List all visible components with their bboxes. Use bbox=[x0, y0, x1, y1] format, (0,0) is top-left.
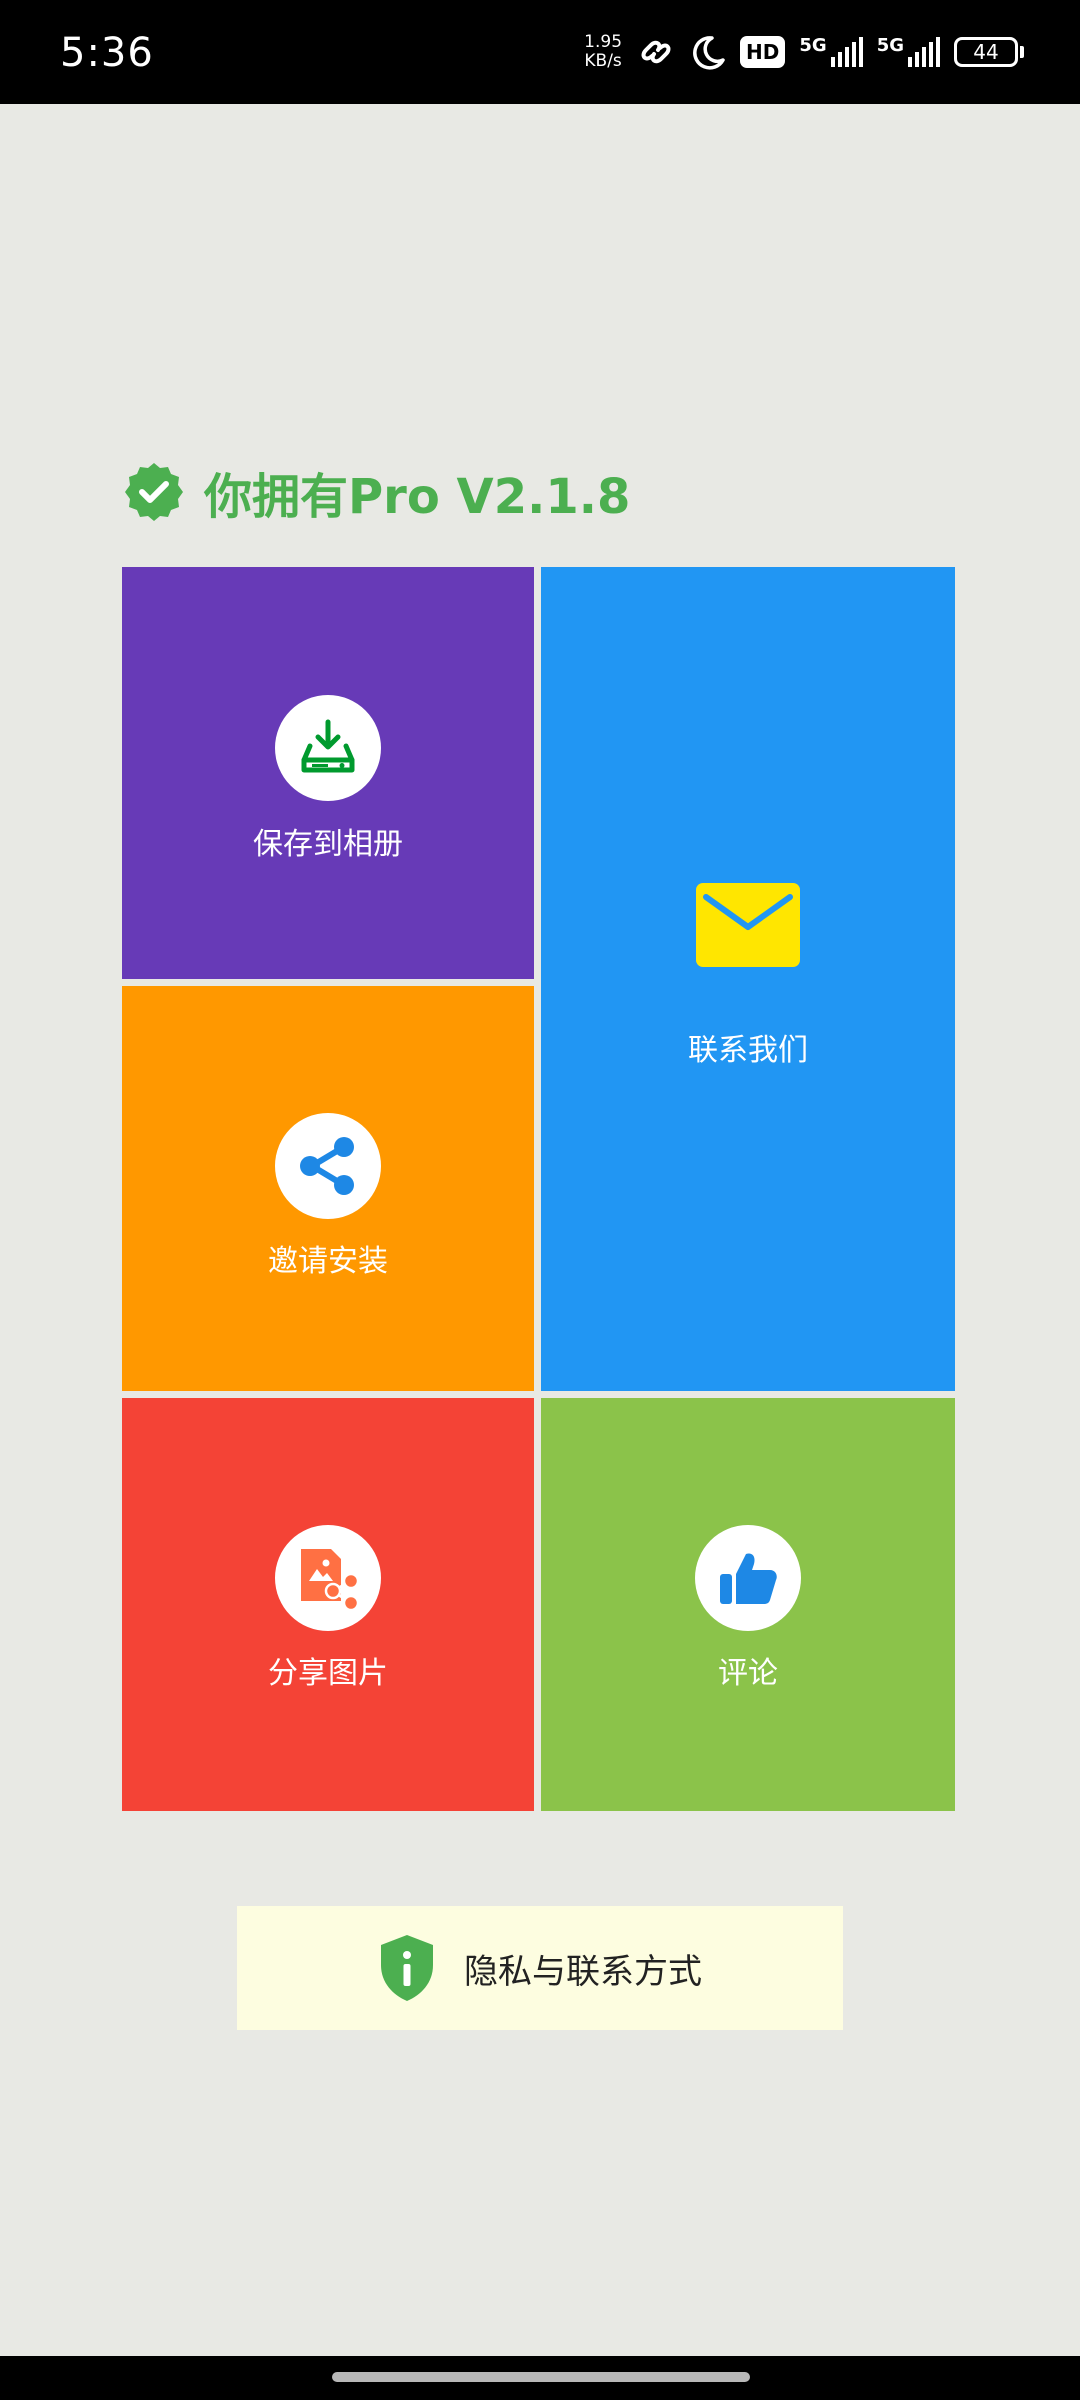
status-time: 5:36 bbox=[60, 30, 154, 76]
shield-info-icon bbox=[381, 1935, 433, 2001]
privacy-contact-label: 隐私与联系方式 bbox=[464, 1951, 702, 1992]
thumbs-up-icon bbox=[720, 1553, 777, 1604]
save-to-album-button[interactable]: 保存到相册 bbox=[122, 567, 534, 979]
save-to-album-label: 保存到相册 bbox=[253, 827, 403, 862]
link-icon bbox=[641, 40, 671, 64]
status-bar: 5:36 1.95 KB/s HD 5G 5G 44 bbox=[0, 0, 1080, 104]
battery-level: 44 bbox=[973, 40, 999, 64]
network-speed-value: 1.95 bbox=[584, 32, 623, 52]
navigation-bar bbox=[0, 2356, 1080, 2400]
sim2-signal: 5G bbox=[877, 35, 940, 69]
share-picture-label: 分享图片 bbox=[268, 1656, 388, 1691]
review-label: 评论 bbox=[718, 1656, 778, 1691]
invite-icon-circle bbox=[275, 1113, 381, 1219]
status-icons: 1.95 KB/s HD 5G 5G 44 bbox=[584, 26, 1024, 78]
page-title: 你拥有Pro V2.1.8 bbox=[204, 469, 631, 525]
battery-icon: 44 bbox=[954, 37, 1024, 67]
review-icon-circle bbox=[695, 1525, 801, 1631]
privacy-contact-button[interactable]: 隐私与联系方式 bbox=[237, 1906, 843, 2030]
battery-body: 44 bbox=[954, 37, 1018, 67]
contact-us-label: 联系我们 bbox=[688, 1033, 808, 1068]
verified-badge-icon bbox=[125, 463, 183, 521]
sim1-signal: 5G bbox=[799, 35, 863, 69]
share-icon bbox=[300, 1137, 354, 1195]
network-speed-unit: KB/s bbox=[584, 51, 622, 71]
download-tray-icon bbox=[301, 719, 355, 773]
invite-install-label: 邀请安装 bbox=[268, 1244, 388, 1279]
review-button[interactable]: 评论 bbox=[541, 1398, 955, 1811]
home-gesture-handle[interactable] bbox=[332, 2372, 750, 2382]
network-speed: 1.95 KB/s bbox=[584, 33, 622, 71]
signal-icon bbox=[830, 37, 863, 67]
signal-icon bbox=[908, 37, 940, 67]
mail-icon bbox=[696, 883, 800, 967]
share-picture-button[interactable]: 分享图片 bbox=[122, 1398, 534, 1811]
sim2-network-label: 5G bbox=[876, 35, 904, 56]
moon-icon bbox=[693, 36, 725, 70]
share-picture-icon-circle bbox=[275, 1525, 381, 1631]
pro-version-header: 你拥有Pro V2.1.8 bbox=[124, 460, 631, 525]
invite-install-button[interactable]: 邀请安装 bbox=[122, 986, 534, 1391]
battery-tip bbox=[1020, 46, 1024, 58]
save-icon-circle bbox=[275, 695, 381, 801]
share-image-icon bbox=[301, 1549, 360, 1612]
hd-badge-label: HD bbox=[746, 40, 780, 64]
hd-icon: HD bbox=[740, 36, 786, 68]
sim1-network-label: 5G bbox=[799, 35, 827, 56]
contact-us-button[interactable]: 联系我们 bbox=[541, 567, 955, 1391]
